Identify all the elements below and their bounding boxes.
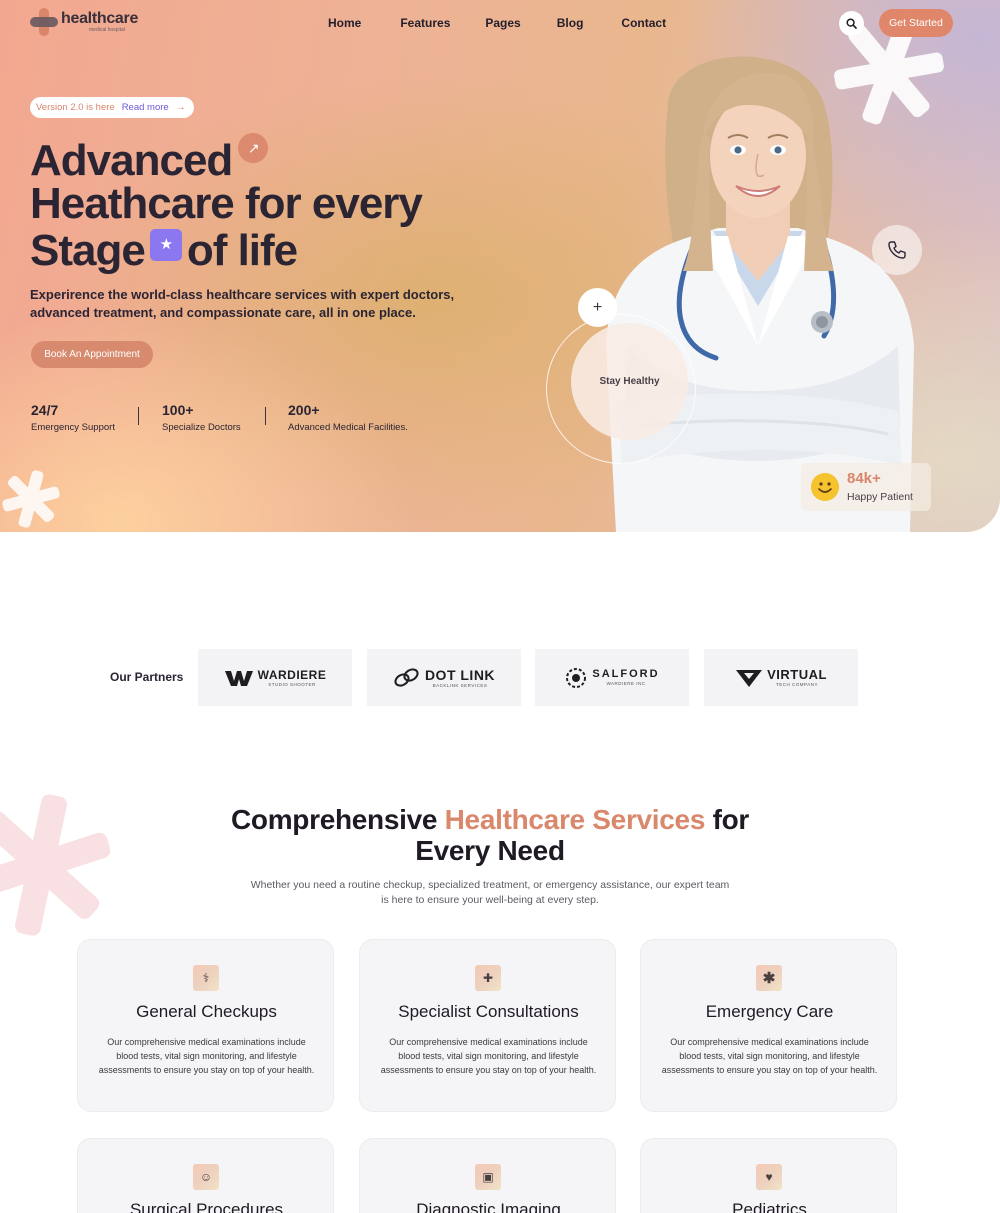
headline-line-3a: Stage bbox=[30, 226, 146, 275]
partners-label: Our Partners bbox=[110, 670, 184, 684]
asterisk-decoration-icon bbox=[0, 794, 110, 936]
happy-patient-count: 84k+ bbox=[847, 470, 881, 487]
hero-headline: Advanced ↗ Heathcare for every Stage ★ of l… bbox=[30, 133, 470, 274]
stat-label: Emergency Support bbox=[31, 422, 115, 433]
service-card-specialist-consultations[interactable]: ✚ Specialist Consultations Our comprehen… bbox=[359, 939, 616, 1112]
service-card-emergency-care[interactable]: ✱ Emergency Care Our comprehensive medic… bbox=[640, 939, 897, 1112]
plus-icon: + bbox=[592, 298, 603, 316]
partner-sub: BACKLINK SERVICES bbox=[432, 682, 488, 688]
service-card-title: Specialist Consultations bbox=[398, 1002, 579, 1021]
service-card-description: Our comprehensive medical examinations i… bbox=[380, 1037, 597, 1075]
stethoscope-icon: ⚕ bbox=[193, 965, 219, 991]
service-card-title: Surgical Procedures bbox=[129, 1200, 284, 1213]
asterisk-icon: ✱ bbox=[756, 965, 782, 991]
happy-patient-label: Happy Patient bbox=[847, 491, 913, 503]
nav-contact-link[interactable]: Contact bbox=[621, 16, 666, 30]
hero-subtext: Experirence the world-class healthcare s… bbox=[30, 287, 455, 320]
heart-shield-icon: ♥ bbox=[756, 1164, 782, 1190]
headline-line-3b: of life bbox=[186, 226, 298, 275]
image-icon: ▣ bbox=[475, 1164, 501, 1190]
stat-value: 24/7 bbox=[31, 402, 59, 418]
version-text: Version 2.0 is here bbox=[36, 102, 115, 113]
partner-sub: WARDIERE INC bbox=[606, 681, 646, 686]
nav-home-link[interactable]: Home bbox=[328, 16, 361, 30]
arrow-right-icon: → bbox=[175, 102, 186, 113]
service-card-description: Our comprehensive medical examinations i… bbox=[98, 1037, 315, 1075]
happy-patient-card: 84k+ Happy Patient bbox=[801, 463, 931, 511]
brand-tagline: medical hospital bbox=[89, 27, 125, 33]
stat-value: 100+ bbox=[162, 402, 194, 418]
stat-label: Advanced Medical Facilities. bbox=[288, 422, 408, 433]
call-button[interactable] bbox=[872, 225, 922, 275]
nav-blog-link[interactable]: Blog bbox=[557, 16, 584, 30]
nav-features-link[interactable]: Features bbox=[400, 16, 450, 30]
star-icon: ★ bbox=[149, 229, 182, 261]
virtual-logo-icon bbox=[736, 669, 763, 687]
stat-divider bbox=[138, 407, 139, 425]
partner-logo-virtual[interactable]: VIRTUAL TECH COMPANY bbox=[704, 649, 858, 706]
service-card-title: Pediatrics bbox=[732, 1200, 807, 1213]
service-card-description: Our comprehensive medical examinations i… bbox=[661, 1037, 878, 1075]
arrow-up-right-icon: ↗ bbox=[238, 133, 269, 163]
nav-pages-link[interactable]: Pages bbox=[485, 16, 520, 30]
stat-doctors: 100+ Specialize Doctors bbox=[162, 402, 241, 433]
version-badge[interactable]: Version 2.0 is here Read more → bbox=[30, 97, 194, 118]
partner-name: DOT LINK bbox=[424, 666, 496, 683]
stat-emergency: 24/7 Emergency Support bbox=[31, 402, 115, 433]
headline-line-2: Heathcare for every bbox=[30, 179, 423, 228]
stat-divider bbox=[265, 407, 266, 425]
service-card-pediatrics[interactable]: ♥ Pediatrics bbox=[640, 1138, 897, 1213]
hero-section: healthcare medical hospital Home Feature… bbox=[0, 0, 1000, 532]
services-title-accent: Healthcare Services bbox=[444, 804, 706, 835]
stat-label: Specialize Doctors bbox=[162, 422, 241, 433]
service-card-title: Diagnostic Imaging bbox=[416, 1200, 561, 1213]
get-started-button[interactable]: Get Started bbox=[879, 9, 953, 37]
chain-link-icon bbox=[394, 667, 419, 687]
partner-logo-dotlink[interactable]: DOT LINK BACKLINK SERVICES bbox=[367, 649, 521, 706]
partner-logo-wardiere[interactable]: WARDIERE STUDIO SHOOTER bbox=[198, 649, 352, 706]
read-more-link[interactable]: Read more bbox=[122, 102, 169, 113]
stay-healthy-bubble: Stay Healthy bbox=[571, 323, 688, 440]
services-description: Whether you need a routine checkup, spec… bbox=[250, 879, 730, 906]
service-card-general-checkups[interactable]: ⚕ General Checkups Our comprehensive med… bbox=[77, 939, 334, 1112]
service-card-title: Emergency Care bbox=[705, 1002, 834, 1021]
partner-sub: TECH COMPANY bbox=[776, 682, 818, 687]
services-title-pre: Comprehensive bbox=[230, 804, 445, 835]
phone-icon bbox=[888, 241, 906, 259]
medical-cross-icon: ✚ bbox=[475, 965, 501, 991]
mask-icon: ☺ bbox=[193, 1164, 219, 1190]
brand-logo[interactable]: healthcare medical hospital bbox=[30, 8, 138, 36]
logo-cross-icon bbox=[30, 8, 58, 36]
partner-logo-salford[interactable]: SALFORD WARDIERE INC bbox=[535, 649, 689, 706]
service-card-diagnostic-imaging[interactable]: ▣ Diagnostic Imaging bbox=[359, 1138, 616, 1213]
search-icon bbox=[846, 18, 857, 29]
search-button[interactable] bbox=[839, 11, 864, 36]
plus-button[interactable]: + bbox=[578, 288, 617, 327]
headline-line-1: Advanced bbox=[30, 136, 233, 185]
service-card-title: General Checkups bbox=[136, 1002, 277, 1021]
top-navigation: healthcare medical hospital Home Feature… bbox=[0, 0, 1000, 46]
partner-name: WARDIERE bbox=[257, 667, 327, 682]
services-title: Comprehensive Healthcare Services for Ev… bbox=[200, 804, 780, 866]
partner-name: VIRTUAL bbox=[767, 667, 827, 682]
smiley-icon bbox=[811, 473, 839, 501]
service-card-surgical-procedures[interactable]: ☺ Surgical Procedures bbox=[77, 1138, 334, 1213]
book-appointment-button[interactable]: Book An Appointment bbox=[31, 341, 153, 368]
asterisk-decoration-icon bbox=[2, 470, 60, 528]
brand-name: healthcare bbox=[61, 10, 139, 27]
partner-name: SALFORD bbox=[592, 668, 660, 680]
main-menu: Home Features Pages Blog Contact bbox=[328, 16, 666, 30]
salford-logo-icon bbox=[566, 667, 587, 688]
stat-value: 200+ bbox=[288, 402, 320, 418]
stat-facilities: 200+ Advanced Medical Facilities. bbox=[288, 402, 408, 433]
wardiere-logo-icon bbox=[224, 670, 253, 686]
partner-sub: STUDIO SHOOTER bbox=[268, 681, 316, 687]
